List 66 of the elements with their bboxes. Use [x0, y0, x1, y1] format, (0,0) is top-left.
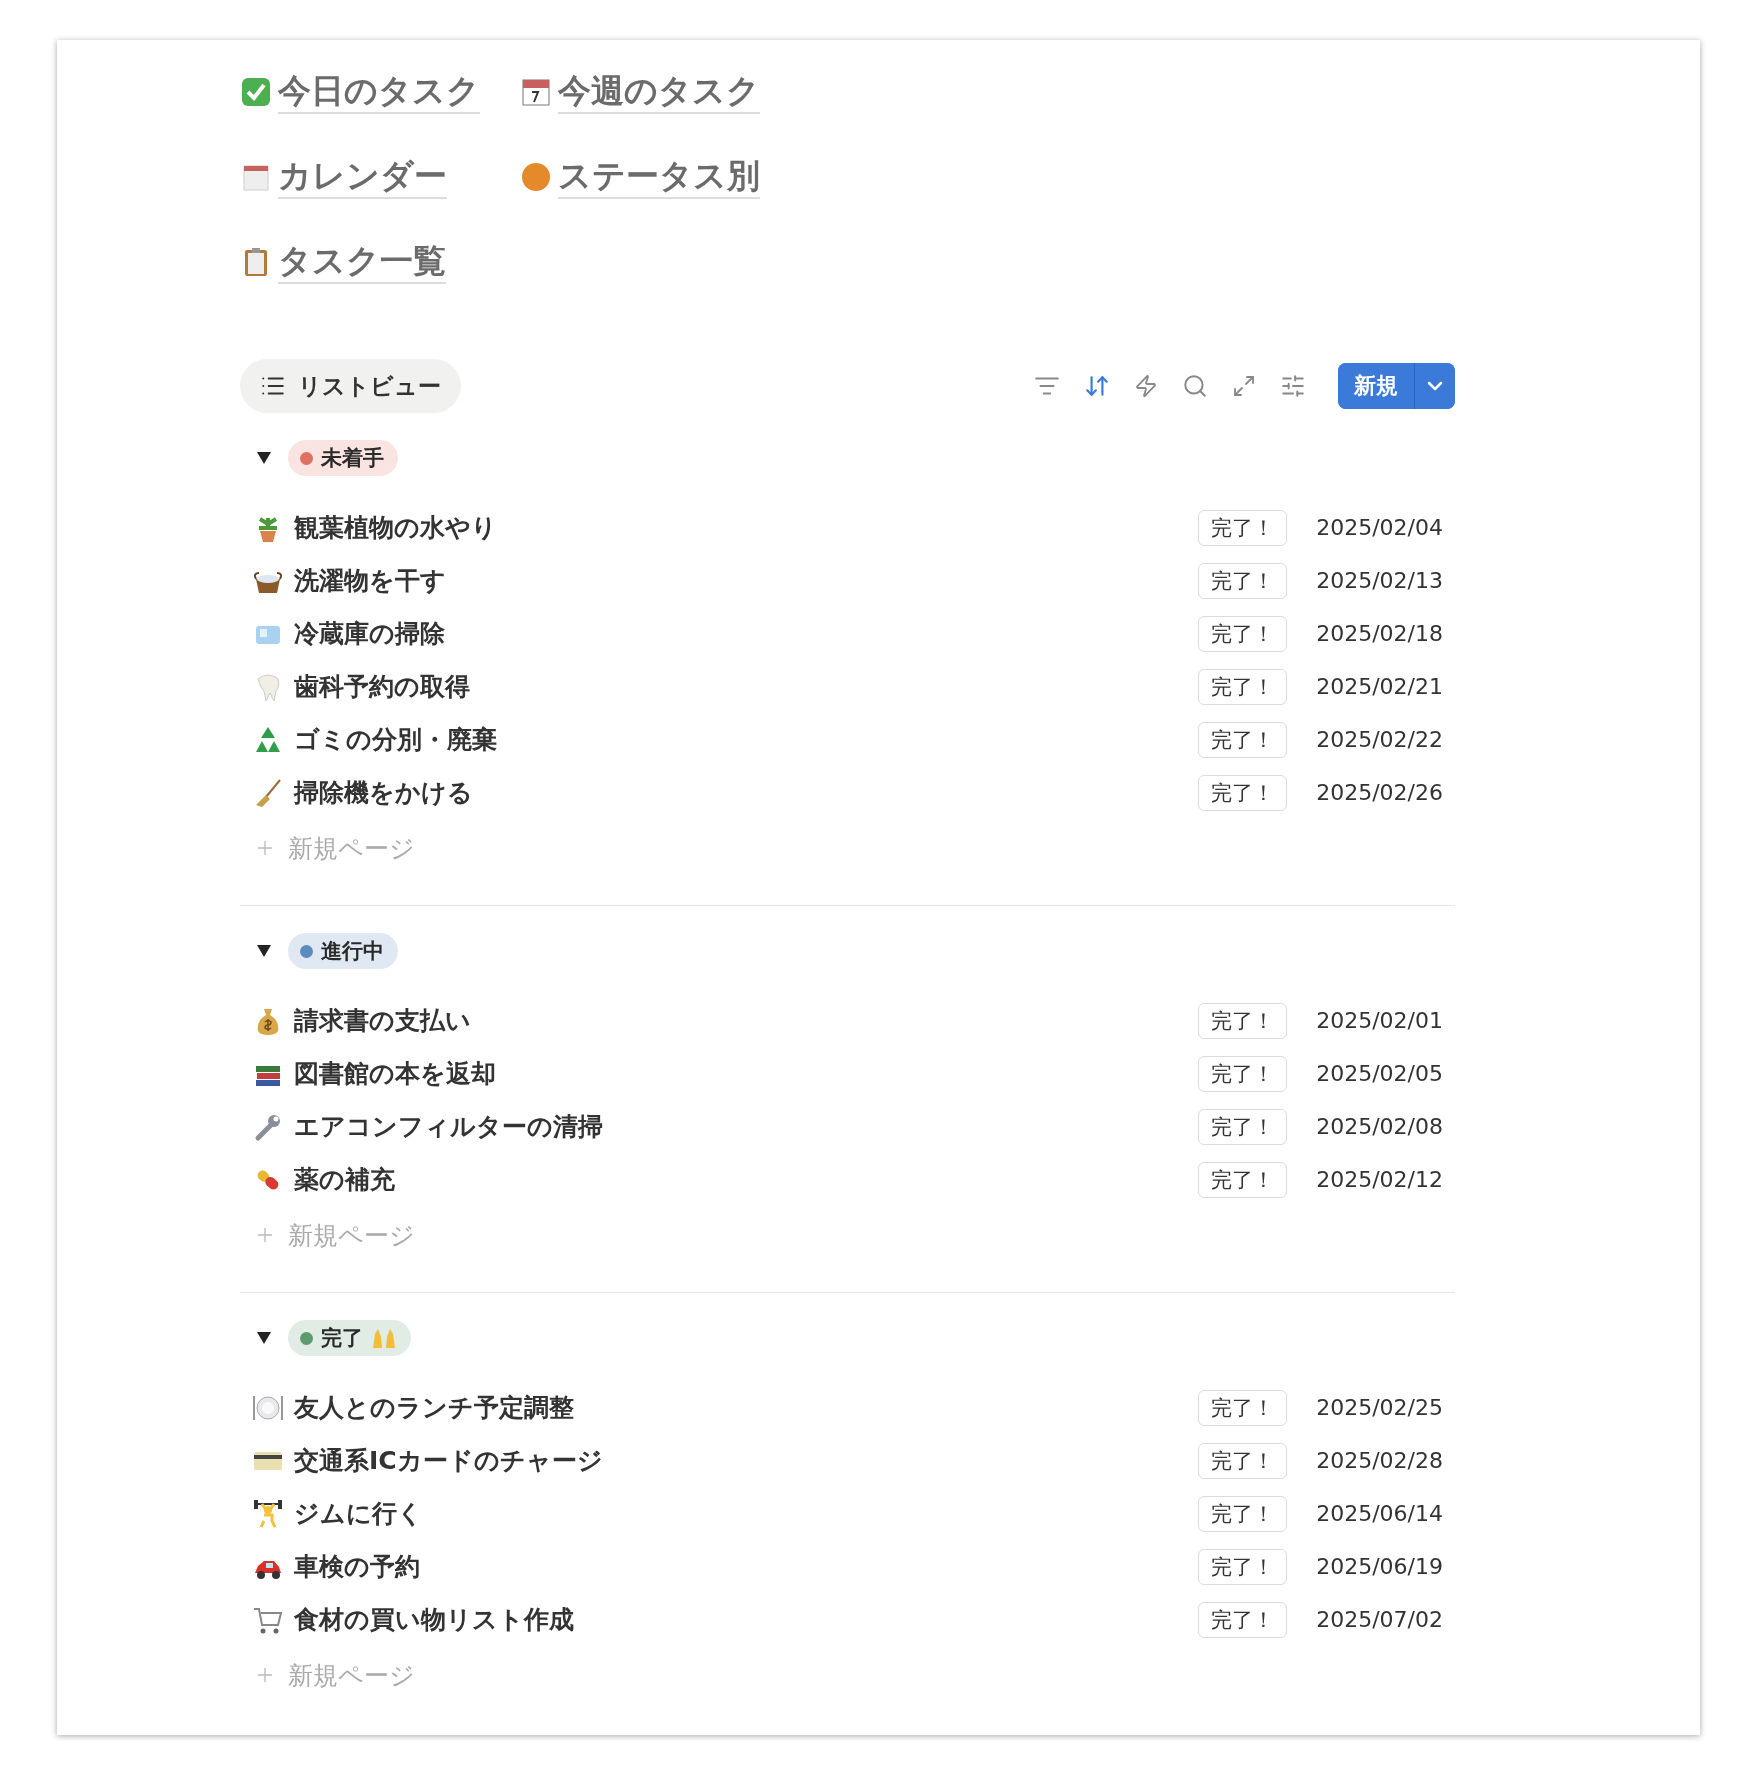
task-date: 2025/02/26: [1315, 780, 1443, 805]
done-button[interactable]: 完了！: [1198, 1055, 1287, 1092]
expand-icon[interactable]: [1232, 374, 1256, 398]
done-button[interactable]: 完了！: [1198, 1601, 1287, 1638]
task-date: 2025/02/01: [1315, 1008, 1443, 1033]
check-icon: [240, 75, 272, 108]
page-link[interactable]: 今日のタスク: [278, 69, 480, 114]
done-button[interactable]: 完了！: [1198, 1161, 1287, 1198]
page-link[interactable]: カレンダー: [278, 154, 447, 199]
done-button[interactable]: 完了！: [1198, 721, 1287, 758]
task-date: 2025/02/08: [1315, 1114, 1443, 1139]
page-link[interactable]: ステータス別: [558, 154, 760, 199]
status-label: 完了: [321, 1325, 363, 1352]
status-label: 進行中: [321, 938, 384, 965]
page-link[interactable]: タスク一覧: [278, 239, 446, 284]
circle-icon: [520, 160, 552, 193]
page-link[interactable]: 今週のタスク: [558, 69, 760, 114]
done-button[interactable]: 完了！: [1198, 1389, 1287, 1426]
task-date: 2025/02/22: [1315, 727, 1443, 752]
done-button[interactable]: 完了！: [1198, 1108, 1287, 1145]
task-title[interactable]: 洗濯物を干す: [294, 564, 1198, 597]
task-title[interactable]: 冷蔵庫の掃除: [294, 617, 1198, 650]
search-icon[interactable]: [1182, 373, 1208, 399]
done-button[interactable]: 完了！: [1198, 1548, 1287, 1585]
task-title[interactable]: 食材の買い物リスト作成: [294, 1603, 1198, 1636]
task-title[interactable]: 歯科予約の取得: [294, 670, 1198, 703]
task-title[interactable]: 友人とのランチ予定調整: [294, 1391, 1198, 1424]
done-button[interactable]: 完了！: [1198, 1495, 1287, 1532]
settings-icon[interactable]: [1280, 373, 1306, 399]
done-button[interactable]: 完了！: [1198, 509, 1287, 546]
task-date: 2025/02/21: [1315, 674, 1443, 699]
caret-icon[interactable]: [256, 944, 272, 958]
task-date: 2025/02/04: [1315, 515, 1443, 540]
task-title[interactable]: ジムに行く: [294, 1497, 1198, 1530]
dropdown-button[interactable]: [1414, 363, 1455, 409]
weightlifter-icon: [252, 1497, 284, 1530]
task-title[interactable]: 車検の予約: [294, 1550, 1198, 1583]
view-tab[interactable]: リストビュー: [240, 359, 461, 413]
status-label: 未着手: [321, 445, 384, 472]
done-button[interactable]: 完了！: [1198, 668, 1287, 705]
task-date: 2025/07/02: [1315, 1607, 1443, 1632]
task-title[interactable]: 薬の補充: [294, 1163, 1198, 1196]
task-title[interactable]: 図書館の本を返却: [294, 1057, 1198, 1090]
done-button[interactable]: 完了！: [1198, 774, 1287, 811]
task-date: 2025/02/25: [1315, 1395, 1443, 1420]
lightning-icon[interactable]: [1134, 374, 1158, 398]
caret-icon[interactable]: [256, 1331, 272, 1345]
task-date: 2025/06/14: [1315, 1501, 1443, 1526]
task-title[interactable]: ゴミの分別・廃棄: [294, 723, 1198, 756]
task-title[interactable]: 観葉植物の水やり: [294, 511, 1198, 544]
task-date: 2025/06/19: [1315, 1554, 1443, 1579]
task-date: 2025/02/12: [1315, 1167, 1443, 1192]
task-title[interactable]: 掃除機をかける: [294, 776, 1198, 809]
done-button[interactable]: 完了！: [1198, 1002, 1287, 1039]
task-title[interactable]: 請求書の支払い: [294, 1004, 1198, 1037]
done-button[interactable]: 完了！: [1198, 1442, 1287, 1479]
task-title[interactable]: エアコンフィルターの清掃: [294, 1110, 1198, 1143]
done-button[interactable]: 完了！: [1198, 615, 1287, 652]
task-title[interactable]: 交通系ICカードのチャージ: [294, 1444, 1198, 1477]
sort-icon[interactable]: [1084, 373, 1110, 399]
task-date: 2025/02/28: [1315, 1448, 1443, 1473]
task-date: 2025/02/18: [1315, 621, 1443, 646]
caret-icon[interactable]: [256, 451, 272, 465]
done-button[interactable]: 完了！: [1198, 562, 1287, 599]
task-date: 2025/02/13: [1315, 568, 1443, 593]
task-date: 2025/02/05: [1315, 1061, 1443, 1086]
